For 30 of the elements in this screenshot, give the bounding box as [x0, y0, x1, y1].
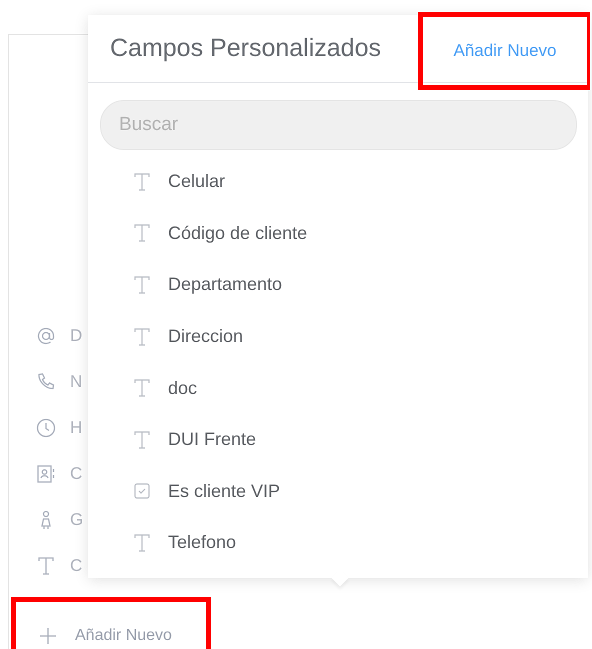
text-type-icon — [36, 556, 56, 576]
at-sign-icon — [36, 326, 56, 346]
checkbox-icon — [134, 483, 150, 500]
custom-field-item[interactable]: Telefono — [88, 517, 588, 569]
text-type-icon — [133, 223, 151, 244]
custom-field-item[interactable]: DUI Frente — [88, 414, 588, 466]
custom-field-item[interactable]: Departamento — [88, 259, 588, 311]
field-label: C — [70, 464, 82, 484]
search-field[interactable]: Buscar — [100, 100, 577, 150]
field-label: N — [70, 372, 82, 392]
text-type-icon — [133, 172, 151, 192]
field-label: D — [70, 326, 82, 346]
text-type-icon — [133, 430, 151, 450]
custom-field-item[interactable]: Direccion — [88, 310, 588, 362]
custom-field-item[interactable]: Celular — [88, 156, 588, 208]
contact-card-icon — [36, 464, 56, 484]
text-type-icon — [133, 378, 151, 398]
phone-icon — [36, 372, 56, 392]
field-label: C — [70, 556, 82, 576]
field-label: H — [70, 418, 82, 438]
field-label: G — [70, 510, 84, 530]
custom-field-item[interactable]: Código de cliente — [88, 208, 588, 260]
custom-field-item[interactable]: Es cliente VIP — [88, 466, 588, 518]
text-type-icon — [133, 326, 151, 347]
clock-icon — [36, 418, 56, 438]
popover-title: Campos Personalizados — [110, 34, 381, 63]
text-type-icon — [133, 274, 151, 295]
custom-field-item[interactable]: doc — [88, 362, 588, 414]
plus-icon — [39, 626, 57, 644]
text-type-icon — [133, 532, 151, 553]
